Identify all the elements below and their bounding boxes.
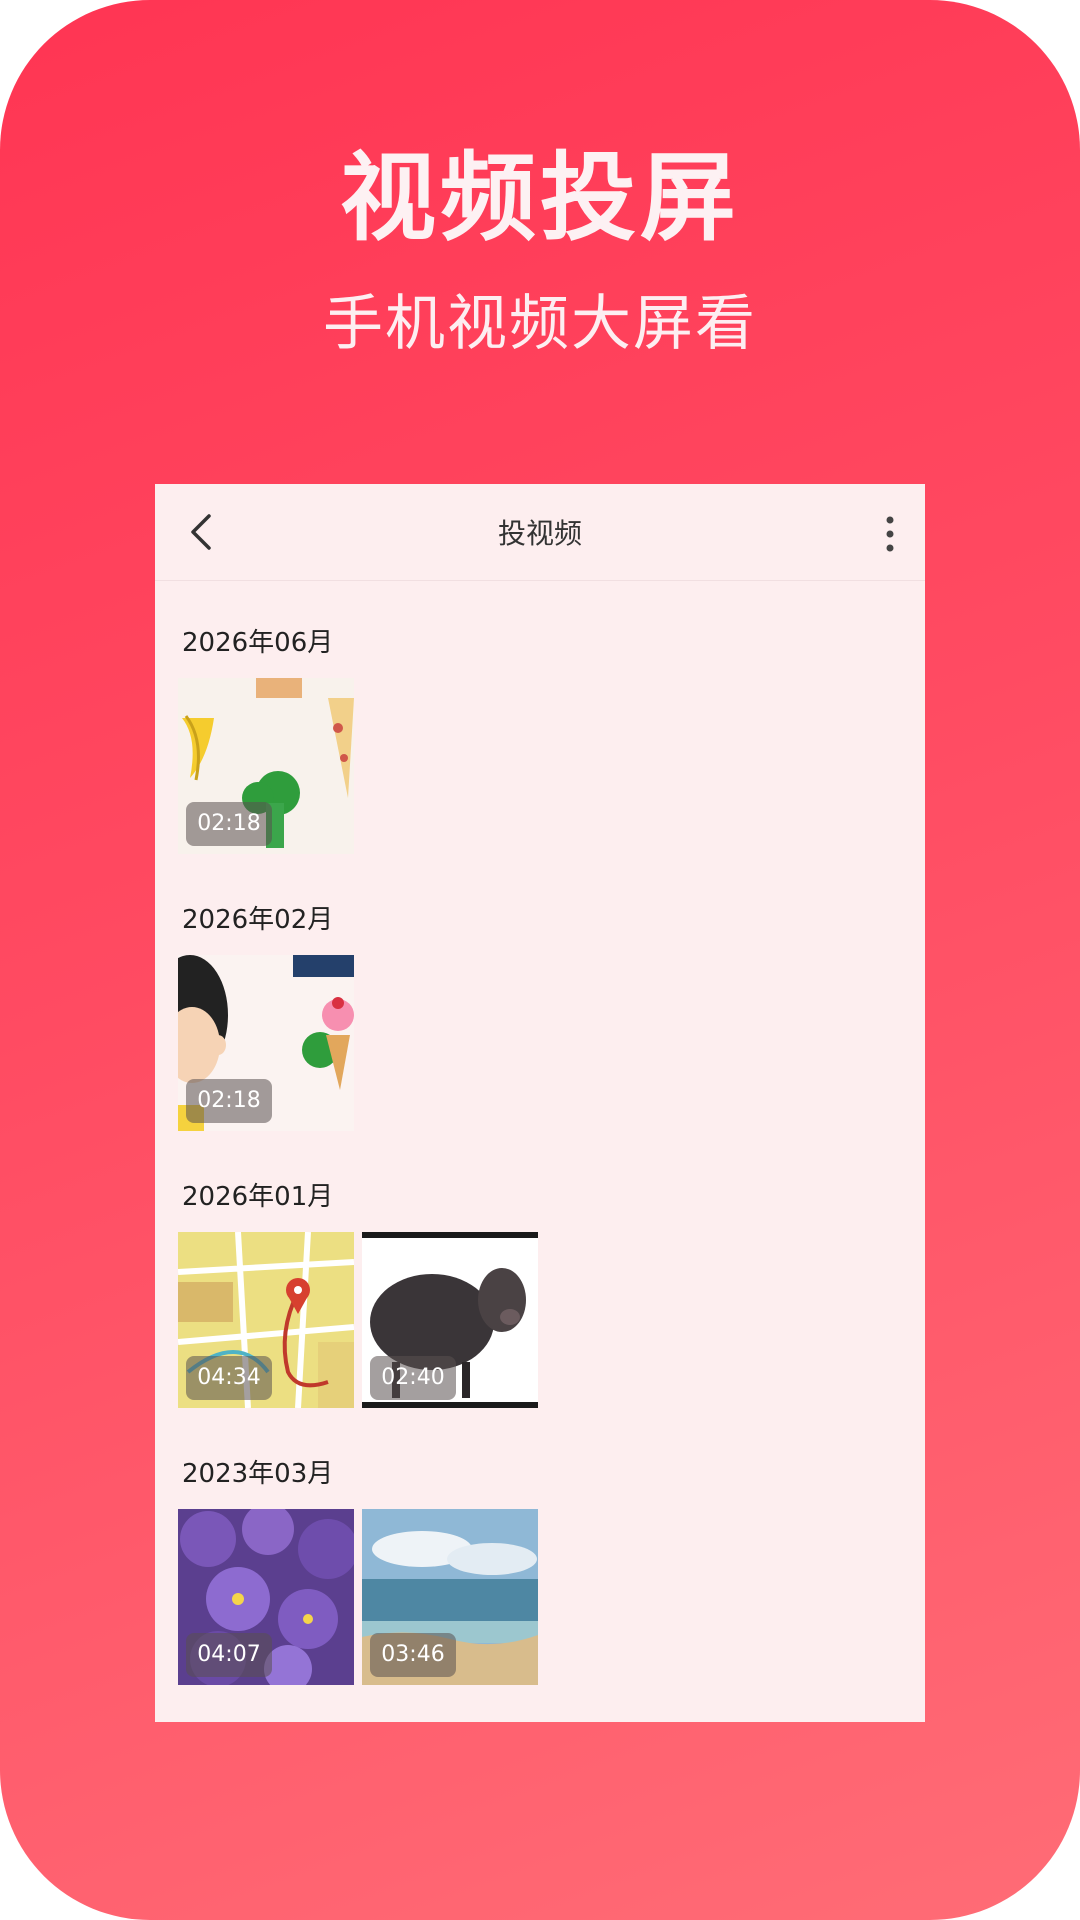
promo-subtitle: 手机视频大屏看 <box>323 289 757 359</box>
video-duration: 04:34 <box>186 1356 272 1400</box>
promo-title: 视频投屏 <box>340 142 740 254</box>
video-duration: 04:07 <box>186 1633 272 1677</box>
video-thumbnail[interactable]: 03:46 <box>362 1509 538 1685</box>
video-thumbnail[interactable]: 02:18 <box>178 955 354 1131</box>
video-thumbnail[interactable]: 04:07 <box>178 1509 354 1685</box>
page-title: 投视频 <box>497 517 582 550</box>
video-thumbnail[interactable]: 04:34 <box>178 1232 354 1408</box>
video-thumbnail[interactable]: 02:18 <box>178 678 354 854</box>
more-vertical-icon[interactable] <box>885 514 895 554</box>
section-date: 2023年03月 <box>182 1459 334 1489</box>
section-date: 2026年02月 <box>182 905 334 935</box>
video-duration: 02:18 <box>186 1079 272 1123</box>
video-duration: 02:18 <box>186 802 272 846</box>
phone-screen: 投视频 2026年06月 02:18 2026年02月 02:18 2026年0… <box>155 484 925 1722</box>
video-duration: 03:46 <box>370 1633 456 1677</box>
top-bar: 投视频 <box>155 484 925 581</box>
video-duration: 02:40 <box>370 1356 456 1400</box>
video-thumbnail[interactable]: 02:40 <box>362 1232 538 1408</box>
section-date: 2026年06月 <box>182 628 334 658</box>
section-date: 2026年01月 <box>182 1182 334 1212</box>
promo-card: 视频投屏 手机视频大屏看 投视频 2026年06月 02:18 2026年02月… <box>0 0 1080 1920</box>
